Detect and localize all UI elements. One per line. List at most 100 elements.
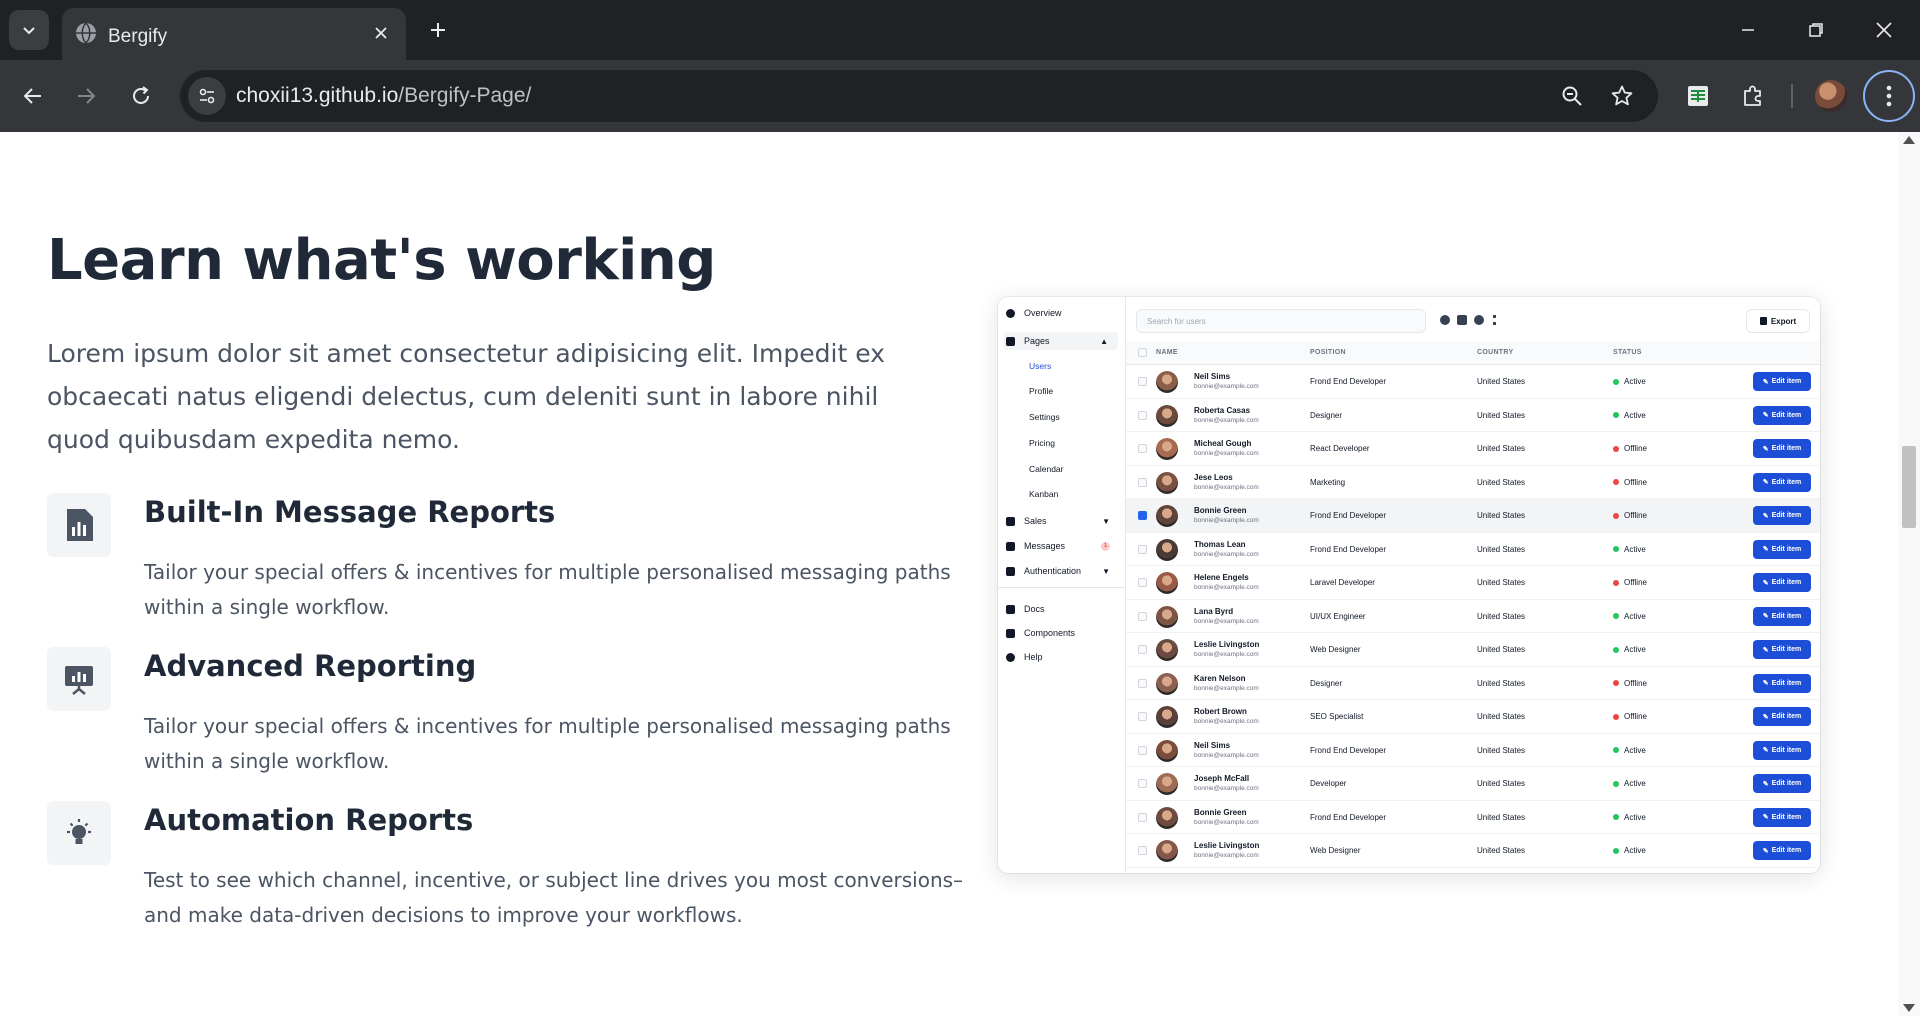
avatar — [1156, 371, 1178, 393]
extensions-button[interactable] — [1731, 74, 1775, 118]
mockup-user-position: UI/UX Engineer — [1310, 611, 1366, 621]
mockup-edit-label: Edit item — [1771, 478, 1802, 486]
mockup-status-label: Active — [1624, 745, 1646, 755]
sheets-icon — [1688, 86, 1708, 106]
mockup-edit-button: ✎ Edit item — [1753, 640, 1811, 659]
close-tab-button[interactable] — [368, 20, 394, 46]
bookmark-button[interactable] — [1604, 78, 1640, 114]
restore-icon — [1809, 23, 1823, 37]
star-icon — [1611, 85, 1633, 106]
chevron-down-icon: ▼ — [1102, 566, 1110, 576]
mockup-nav-label: Pages — [1024, 336, 1050, 346]
components-icon — [1006, 628, 1015, 638]
mockup-nav-label: Authentication — [1024, 566, 1082, 576]
mockup-user-position: Frond End Developer — [1310, 812, 1387, 822]
mockup-user-name: Neil Sims — [1194, 372, 1231, 381]
mockup-user-country: United States — [1477, 846, 1526, 855]
avatar — [1156, 706, 1178, 728]
mockup-status-label: Offline — [1624, 578, 1647, 587]
mockup-user-email: bonnie@example.com — [1194, 416, 1259, 424]
mockup-table-row: Lana Byrd bonnie@example.com UI/UX Enginee… — [1126, 600, 1820, 633]
tab-strip: Bergify — [0, 0, 1920, 60]
page-scrollbar[interactable] — [1898, 132, 1920, 1016]
mockup-sub-users: Users — [1029, 361, 1052, 371]
mockup-user-email: bonnie@example.com — [1194, 651, 1259, 658]
scroll-thumb[interactable] — [1902, 446, 1916, 528]
url-text[interactable]: choxii13.github.io/Bergify-Page/ — [236, 84, 531, 108]
mockup-user-country: United States — [1477, 477, 1526, 487]
mockup-user-position: Designer — [1310, 410, 1343, 420]
new-tab-button[interactable] — [420, 12, 456, 48]
minimize-button[interactable] — [1714, 0, 1782, 60]
mockup-user-email: bonnie@example.com — [1194, 718, 1259, 725]
edit-icon: ✎ — [1762, 378, 1769, 386]
reload-button[interactable] — [119, 74, 163, 118]
status-dot — [1613, 680, 1619, 686]
mockup-user-country: United States — [1477, 377, 1526, 386]
mockup-edit-label: Edit item — [1771, 411, 1802, 419]
mockup-user-position: Frond End Developer — [1310, 745, 1387, 755]
scroll-down-arrow-icon[interactable] — [1903, 1004, 1915, 1012]
lock-icon — [1006, 566, 1015, 576]
status-dot — [1613, 479, 1619, 485]
mockup-nav-label: Messages — [1024, 541, 1066, 551]
close-icon — [375, 27, 387, 39]
tab-search-button[interactable] — [9, 10, 49, 50]
mockup-edit-button: ✎ Edit item — [1753, 841, 1811, 860]
mockup-nav-docs: Docs — [1006, 601, 1045, 617]
mockup-edit-button: ✎ Edit item — [1753, 405, 1811, 425]
close-window-button[interactable] — [1850, 0, 1918, 60]
mockup-user-country: United States — [1477, 578, 1526, 587]
restore-button[interactable] — [1782, 0, 1850, 60]
profile-avatar[interactable] — [1815, 80, 1847, 112]
mockup-user-name: Joseph McFall — [1194, 774, 1250, 783]
mockup-nav-label: Sales — [1024, 516, 1047, 526]
status-dot — [1613, 713, 1619, 720]
mockup-main: Search for users Export NAME POSITION CO… — [1126, 297, 1820, 873]
address-bar[interactable]: choxii13.github.io/Bergify-Page/ — [180, 70, 1658, 122]
browser-menu-button[interactable] — [1863, 70, 1915, 122]
mockup-edit-label: Edit item — [1771, 545, 1802, 553]
mockup-edit-button: ✎ Edit item — [1753, 506, 1811, 525]
mockup-status-label: Active — [1624, 410, 1646, 420]
mockup-user-email: bonnie@example.com — [1194, 383, 1259, 390]
mockup-user-email: bonnie@example.com — [1194, 785, 1259, 792]
mockup-nav-messages: Messages 1 — [1006, 538, 1120, 554]
avatar — [1156, 404, 1178, 427]
mockup-table-row: Helene Engels bonnie@example.com Laravel D… — [1126, 566, 1820, 600]
avatar — [1156, 605, 1178, 628]
mockup-row-checkbox — [1138, 578, 1147, 587]
forward-button[interactable] — [64, 74, 108, 118]
edit-icon: ✎ — [1762, 713, 1769, 721]
status-dot — [1613, 747, 1619, 753]
mockup-user-status: Active — [1613, 411, 1646, 420]
mockup-user-email: bonnie@example.com — [1194, 483, 1259, 491]
active-tab[interactable]: Bergify — [62, 8, 406, 60]
mockup-user-email: bonnie@example.com — [1194, 751, 1259, 759]
back-button[interactable] — [11, 74, 55, 118]
mockup-edit-button: ✎ Edit item — [1753, 472, 1811, 492]
edit-icon: ✎ — [1762, 445, 1769, 453]
more-vertical-icon — [1493, 315, 1496, 325]
sheets-extension-button[interactable] — [1676, 74, 1720, 118]
mockup-edit-button: ✎ Edit item — [1753, 606, 1811, 626]
zoom-button[interactable] — [1554, 78, 1590, 114]
mockup-edit-label: Edit item — [1771, 445, 1802, 452]
feature-icon-box — [47, 801, 111, 865]
mockup-user-status: Offline — [1613, 679, 1647, 688]
scroll-up-arrow-icon[interactable] — [1903, 136, 1915, 144]
mockup-col-status: STATUS — [1613, 349, 1642, 356]
url-path: /Bergify-Page/ — [398, 84, 532, 107]
mockup-user-name: Jese Leos — [1194, 472, 1233, 482]
status-dot — [1613, 512, 1619, 519]
mockup-status-label: Active — [1624, 544, 1646, 554]
feature-title: Built-In Message Reports — [144, 495, 556, 529]
docs-icon — [1006, 604, 1015, 614]
mockup-user-country: United States — [1477, 544, 1526, 554]
mockup-status-label: Offline — [1624, 712, 1647, 721]
mockup-table-row: Neil Sims bonnie@example.com Frond End Dev… — [1126, 734, 1820, 767]
site-info-button[interactable] — [188, 77, 226, 115]
more-vertical-icon — [1886, 85, 1892, 107]
mockup-sidebar: Overview Pages ▲ Users Profile Settings P… — [998, 297, 1126, 873]
page-viewport: Learn what's working Lorem ipsum dolor s… — [0, 132, 1898, 1016]
